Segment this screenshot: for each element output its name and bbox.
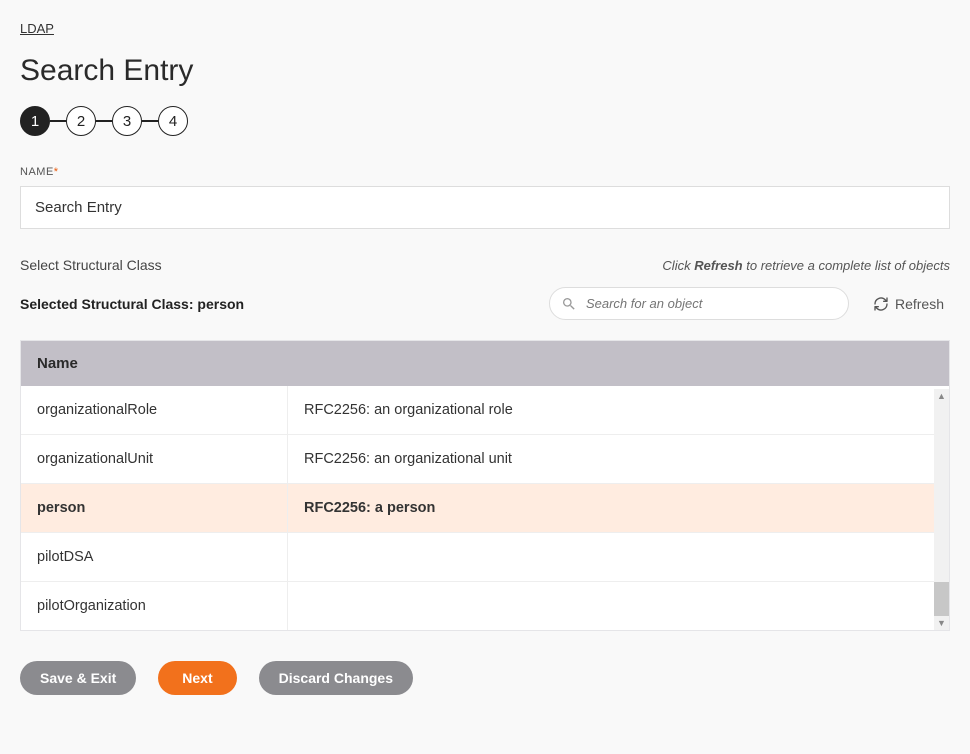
cell-name: pilotOrganization <box>21 582 288 630</box>
next-button[interactable]: Next <box>158 661 236 695</box>
cell-name: organizationalUnit <box>21 435 288 483</box>
scroll-down-arrow[interactable]: ▼ <box>934 616 949 630</box>
name-field-group: NAME* <box>20 166 950 229</box>
wizard-button-row: Save & Exit Next Discard Changes <box>20 661 950 695</box>
table-row[interactable]: personRFC2256: a person <box>21 484 949 533</box>
table-row[interactable]: pilotOrganization <box>21 582 949 630</box>
table-body: organizationalRoleRFC2256: an organizati… <box>21 386 949 630</box>
refresh-hint: Click Refresh to retrieve a complete lis… <box>662 258 950 273</box>
cell-description <box>288 582 949 630</box>
cell-description: RFC2256: a person <box>288 484 949 532</box>
table-row[interactable]: pilotDSA <box>21 533 949 582</box>
step-1[interactable]: 1 <box>20 106 50 136</box>
wizard-stepper: 1234 <box>20 106 950 136</box>
cell-description: RFC2256: an organizational role <box>288 386 949 434</box>
breadcrumb: LDAP <box>20 20 950 36</box>
structural-header-row: Select Structural Class Click Refresh to… <box>20 257 950 273</box>
table-row[interactable]: organizationalRoleRFC2256: an organizati… <box>21 386 949 435</box>
scroll-up-arrow[interactable]: ▲ <box>934 389 949 403</box>
selected-class-prefix: Selected Structural Class: <box>20 296 197 312</box>
step-connector <box>50 120 66 122</box>
step-connector <box>96 120 112 122</box>
page-title: Search Entry <box>20 54 950 88</box>
breadcrumb-link-ldap[interactable]: LDAP <box>20 21 54 36</box>
step-4[interactable]: 4 <box>158 106 188 136</box>
scroll-thumb[interactable] <box>934 582 949 616</box>
table-scrollbar[interactable]: ▲ ▼ <box>934 389 949 630</box>
table-row[interactable]: organizationalUnitRFC2256: an organizati… <box>21 435 949 484</box>
object-search-wrap <box>549 287 849 320</box>
refresh-hint-bold: Refresh <box>694 258 742 273</box>
right-controls: Refresh <box>549 287 950 320</box>
refresh-hint-suffix: to retrieve a complete list of objects <box>743 258 950 273</box>
table-header-name: Name <box>37 355 78 372</box>
name-label: NAME* <box>20 166 950 178</box>
select-structural-label: Select Structural Class <box>20 257 162 273</box>
refresh-button-label: Refresh <box>895 296 944 312</box>
step-3[interactable]: 3 <box>112 106 142 136</box>
step-connector <box>142 120 158 122</box>
table-header: Name <box>21 341 949 386</box>
required-indicator: * <box>54 166 59 178</box>
refresh-hint-prefix: Click <box>662 258 694 273</box>
object-search-input[interactable] <box>549 287 849 320</box>
cell-description: RFC2256: an organizational unit <box>288 435 949 483</box>
cell-name: person <box>21 484 288 532</box>
save-exit-button[interactable]: Save & Exit <box>20 661 136 695</box>
name-input[interactable] <box>20 186 950 229</box>
search-icon <box>561 296 577 312</box>
step-2[interactable]: 2 <box>66 106 96 136</box>
refresh-icon <box>873 296 889 312</box>
cell-name: pilotDSA <box>21 533 288 581</box>
cell-description <box>288 533 949 581</box>
structural-class-table: Name organizationalRoleRFC2256: an organ… <box>20 340 950 631</box>
structural-controls-row: Selected Structural Class: person Refres… <box>20 287 950 320</box>
name-label-text: NAME <box>20 166 54 178</box>
cell-name: organizationalRole <box>21 386 288 434</box>
discard-changes-button[interactable]: Discard Changes <box>259 661 413 695</box>
selected-class-value: person <box>197 296 244 312</box>
refresh-button[interactable]: Refresh <box>867 292 950 316</box>
selected-structural-class: Selected Structural Class: person <box>20 296 244 312</box>
